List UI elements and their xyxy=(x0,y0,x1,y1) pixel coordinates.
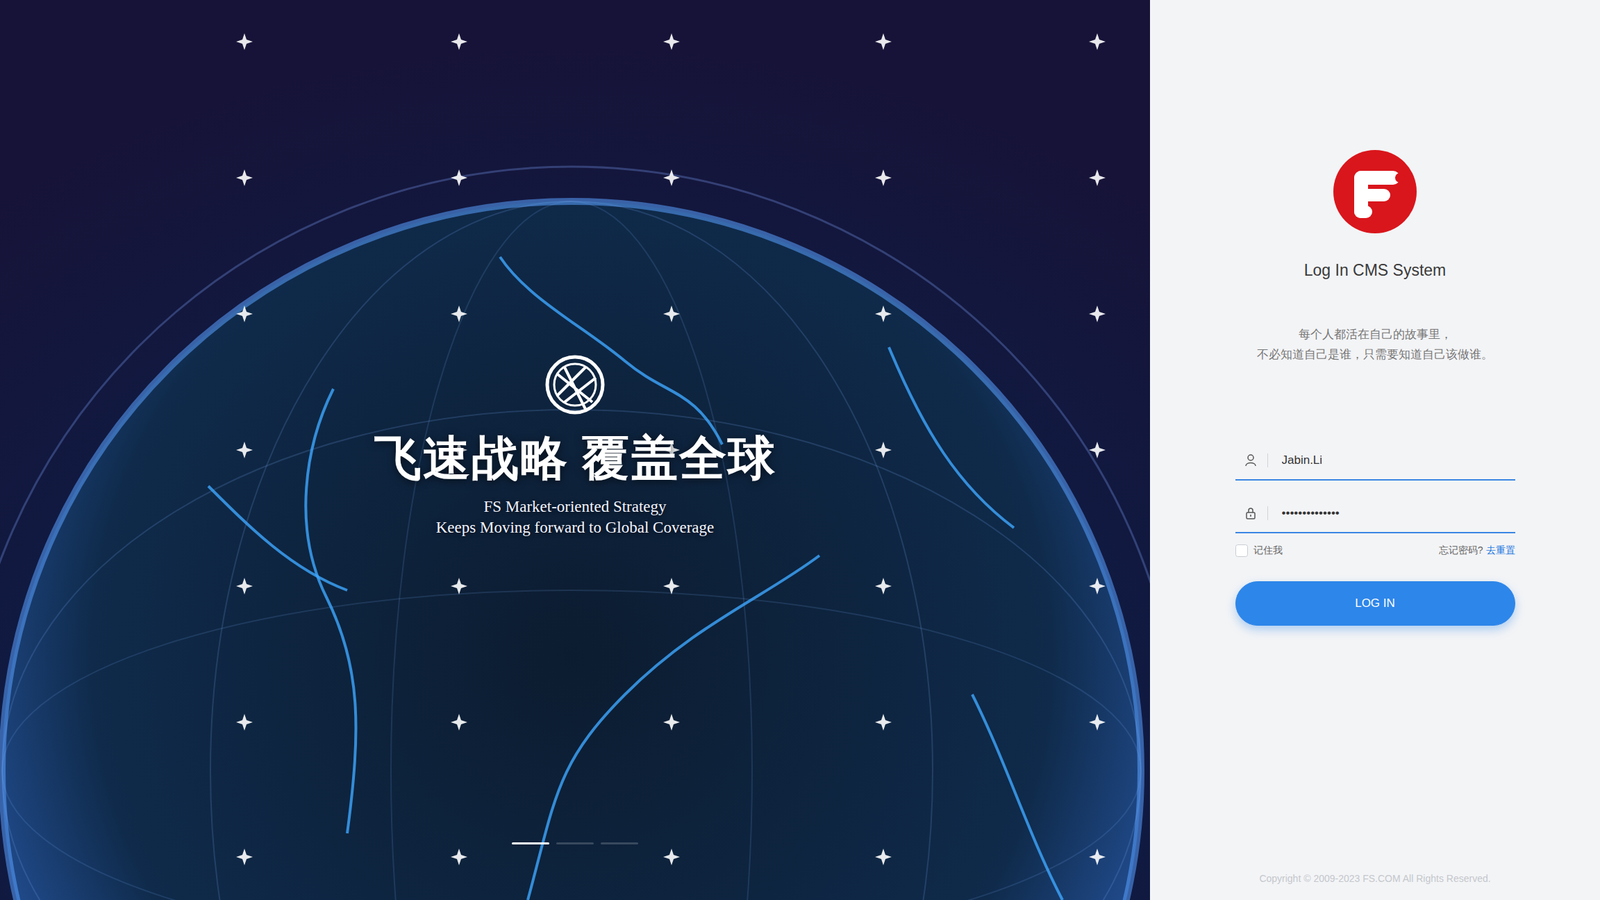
user-icon xyxy=(1243,453,1258,468)
login-form: 记住我 忘记密码?去重置 LOG IN xyxy=(1235,441,1516,626)
brand-logo-icon xyxy=(1333,150,1417,234)
username-input[interactable] xyxy=(1281,445,1516,475)
login-title: Log In CMS System xyxy=(1304,258,1447,283)
carousel-indicator[interactable] xyxy=(556,842,594,845)
globe-icon xyxy=(543,353,607,416)
login-panel: Log In CMS System 每个人都活在自己的故事里，不必知道自己是谁，只… xyxy=(1150,0,1600,900)
login-page: 飞速战略 覆盖全球 FS Market-oriented StrategyKeep… xyxy=(0,0,1600,900)
password-input[interactable] xyxy=(1281,498,1516,528)
remember-checkbox[interactable] xyxy=(1235,544,1248,557)
subtitle-line: Keeps Moving forward to Global Coverage xyxy=(436,517,714,539)
carousel-indicator[interactable] xyxy=(511,842,550,845)
copyright: Copyright © 2009-2023 FS.COM All Rights … xyxy=(1259,871,1491,900)
carousel-indicators xyxy=(0,842,1150,900)
login-button[interactable]: LOG IN xyxy=(1235,581,1516,626)
lock-icon xyxy=(1243,506,1258,521)
banner-panel: 飞速战略 覆盖全球 FS Market-oriented StrategyKeep… xyxy=(0,0,1150,900)
username-field xyxy=(1235,441,1516,481)
remember-me[interactable]: 记住我 xyxy=(1235,543,1283,558)
remember-label[interactable]: 记住我 xyxy=(1253,543,1283,558)
subtitle-line: FS Market-oriented Strategy xyxy=(436,496,714,518)
reset-link[interactable]: 去重置 xyxy=(1486,543,1516,558)
forgot-password: 忘记密码?去重置 xyxy=(1438,543,1516,558)
forgot-text: 忘记密码? xyxy=(1438,543,1484,558)
carousel-indicator[interactable] xyxy=(600,842,639,845)
banner-subtitle: FS Market-oriented StrategyKeeps Moving … xyxy=(436,496,714,539)
banner-content: 飞速战略 覆盖全球 FS Market-oriented StrategyKeep… xyxy=(0,0,1150,900)
field-divider xyxy=(1267,506,1269,521)
field-divider xyxy=(1267,453,1269,468)
banner-slide: 飞速战略 覆盖全球 FS Market-oriented StrategyKeep… xyxy=(0,0,1150,843)
password-field xyxy=(1235,494,1516,534)
quote-line: 不必知道自己是谁，只需要知道自己该做谁。 xyxy=(1256,344,1494,366)
login-options: 记住我 忘记密码?去重置 xyxy=(1235,543,1516,558)
quote-line: 每个人都活在自己的故事里， xyxy=(1256,324,1494,346)
banner-headline: 飞速战略 覆盖全球 xyxy=(368,431,782,486)
login-quote: 每个人都活在自己的故事里，不必知道自己是谁，只需要知道自己该做谁。 xyxy=(1256,324,1494,366)
